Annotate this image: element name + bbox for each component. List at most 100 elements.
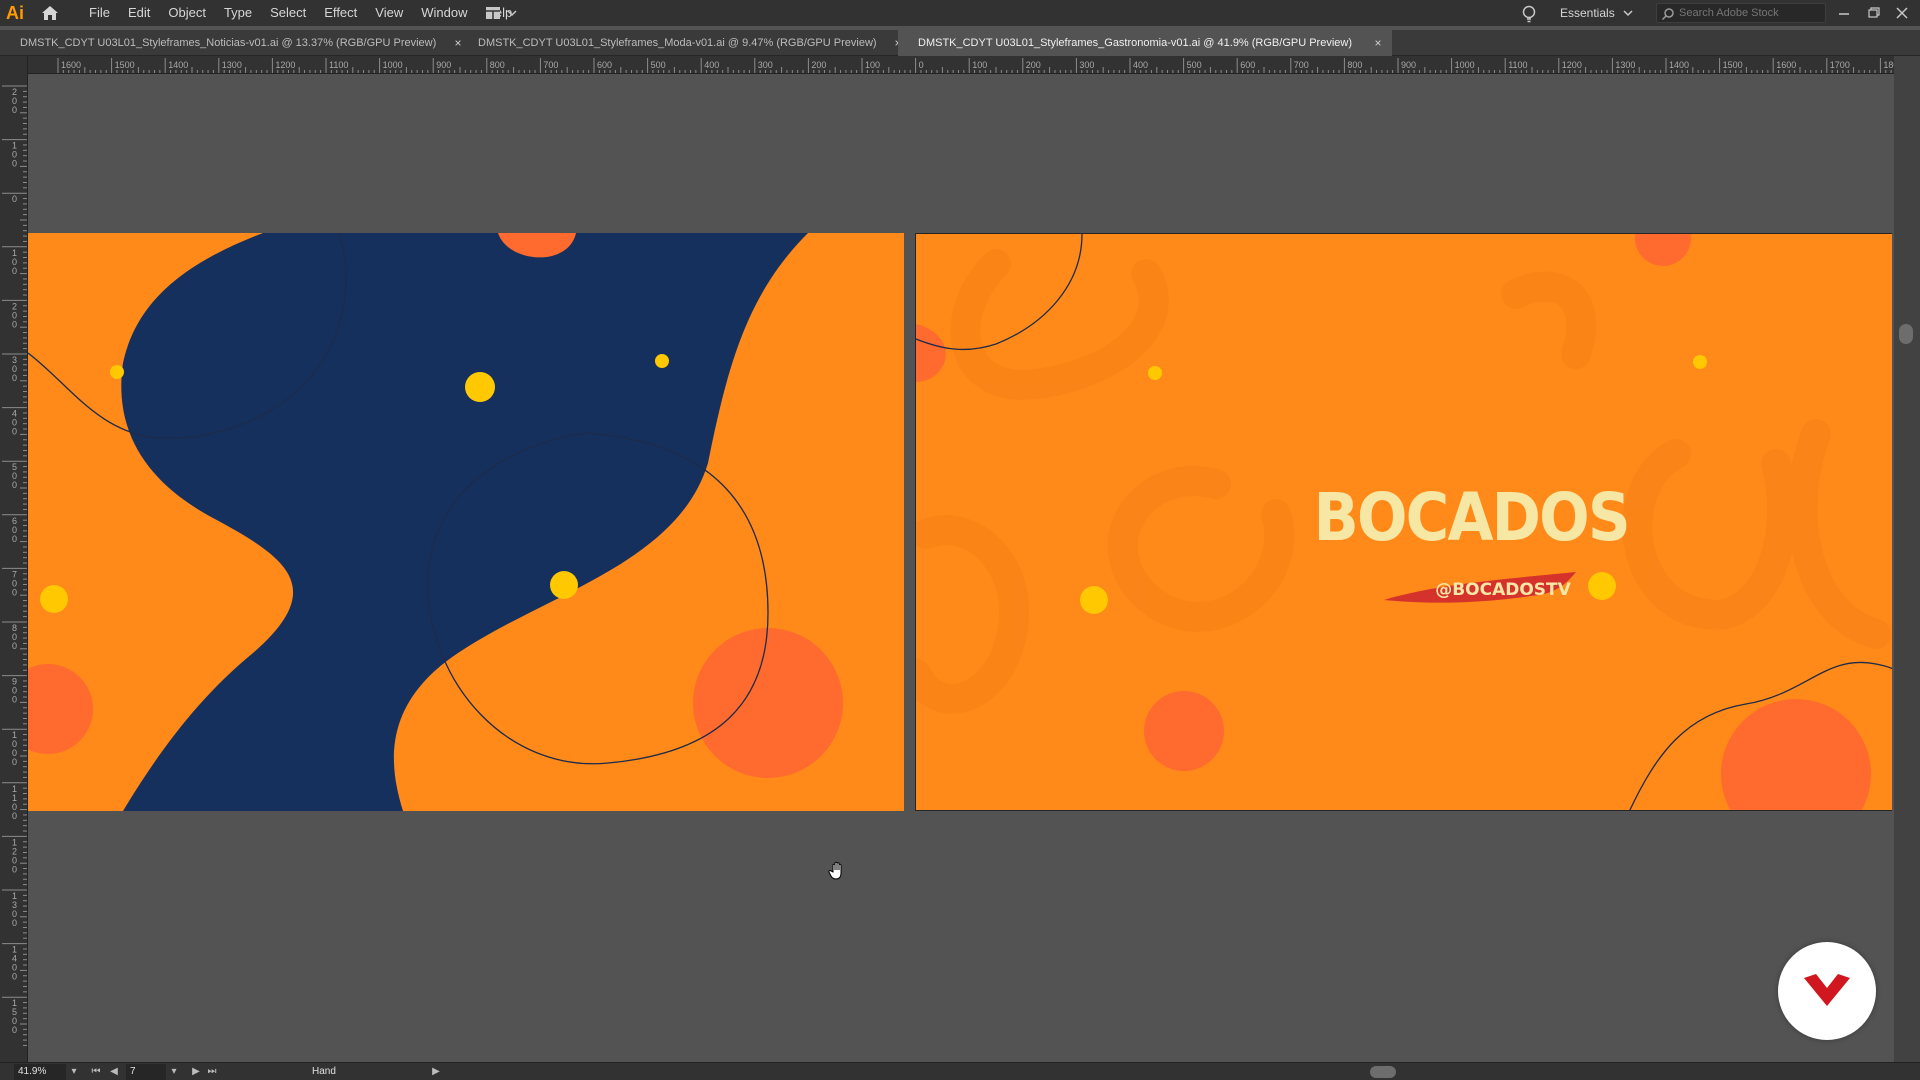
chevron-down-icon[interactable] <box>1622 8 1634 18</box>
ruler-label: 300 <box>758 60 773 70</box>
ruler-label: 1700 <box>1830 60 1850 70</box>
ruler-label: 1500 <box>115 60 135 70</box>
coral-circle-top <box>1635 234 1691 266</box>
first-artboard-icon[interactable]: ⏮ <box>90 1066 102 1078</box>
canvas[interactable]: BOCADOS @BOCADOSTV <box>28 74 1892 1062</box>
yellow-dot <box>1148 366 1162 380</box>
yellow-dot <box>1693 355 1707 369</box>
bg-lettering <box>1501 271 1597 369</box>
tab-noticias[interactable]: DMSTK_CDYT U03L01_Styleframes_Noticias-v… <box>0 30 470 56</box>
menu-effect[interactable]: Effect <box>315 0 366 26</box>
ruler-label: 900 <box>436 60 451 70</box>
zoom-level-field[interactable]: 41.9% <box>14 1064 66 1080</box>
vertical-ruler[interactable]: 2001000100200300400500600700800900100011… <box>0 56 28 1062</box>
prev-artboard-icon[interactable]: ◀ <box>108 1066 120 1078</box>
menu-select[interactable]: Select <box>261 0 315 26</box>
artboard-number-field[interactable]: 7 <box>126 1064 166 1080</box>
vertical-scrollbar[interactable] <box>1894 56 1920 1062</box>
ruler-label: 1000 <box>383 60 403 70</box>
horizontal-scrollbar[interactable] <box>450 1066 1880 1078</box>
ruler-label: 0 <box>12 319 17 329</box>
yellow-dot <box>40 585 68 613</box>
app-logo: Ai <box>6 3 24 23</box>
menu-view[interactable]: View <box>366 0 412 26</box>
tab-moda[interactable]: DMSTK_CDYT U03L01_Styleframes_Moda-v01.a… <box>458 30 908 56</box>
search-input[interactable] <box>1679 5 1823 21</box>
search-icon <box>1661 8 1674 21</box>
last-artboard-icon[interactable]: ⏭ <box>206 1066 218 1078</box>
bg-lettering <box>1107 466 1295 632</box>
ruler-label: 100 <box>865 60 880 70</box>
ruler-label: 0 <box>919 60 924 70</box>
yellow-dot <box>110 365 124 379</box>
ruler-ticks: 1600 1500 1400 1300 1200 1100 1000 900 800 700 600… <box>57 58 1894 73</box>
artboard-moda[interactable] <box>28 233 904 811</box>
close-icon[interactable] <box>1892 3 1912 23</box>
ruler-label: 0 <box>12 757 17 767</box>
ruler-label: 1300 <box>1615 60 1635 70</box>
coral-circle-right <box>693 628 843 778</box>
ruler-label: 0 <box>12 641 17 651</box>
ruler-label: 500 <box>651 60 666 70</box>
ruler-label: 800 <box>1347 60 1362 70</box>
zoom-dropdown-icon[interactable]: ▾ <box>68 1066 80 1078</box>
ruler-label: 700 <box>1294 60 1309 70</box>
ruler-label: 0 <box>12 695 17 705</box>
restore-icon[interactable] <box>1864 3 1884 23</box>
menu-type[interactable]: Type <box>215 0 261 26</box>
menu-window[interactable]: Window <box>412 0 476 26</box>
ruler-label: 1000 <box>1455 60 1475 70</box>
ruler-label: 1600 <box>1776 60 1796 70</box>
arrange-documents-icon[interactable] <box>482 4 522 22</box>
menu-file[interactable]: File <box>80 0 119 26</box>
artboard-dropdown-icon[interactable]: ▾ <box>168 1066 180 1078</box>
ruler-label: 1300 <box>222 60 242 70</box>
ruler-label: 200 <box>811 60 826 70</box>
tab-gastronomia[interactable]: DMSTK_CDYT U03L01_Styleframes_Gastronomi… <box>898 30 1392 56</box>
bg-lettering <box>916 515 1029 714</box>
ruler-label: 1600 <box>61 60 81 70</box>
domestika-badge <box>1778 942 1876 1040</box>
ruler-label: 0 <box>12 972 17 982</box>
scrollbar-thumb[interactable] <box>1370 1066 1396 1078</box>
coral-blob-left <box>916 324 946 382</box>
ruler-label: 500 <box>1187 60 1202 70</box>
ruler-label: 0 <box>12 587 17 597</box>
adobe-stock-search[interactable] <box>1656 3 1826 23</box>
ruler-label: 0 <box>12 105 17 115</box>
menu-edit[interactable]: Edit <box>119 0 159 26</box>
ruler-label: 1200 <box>1562 60 1582 70</box>
ruler-label: 0 <box>12 266 17 276</box>
ruler-label: 1500 <box>1723 60 1743 70</box>
yellow-dot <box>655 354 669 368</box>
status-menu-icon[interactable]: ▶ <box>430 1066 442 1078</box>
tab-label: DMSTK_CDYT U03L01_Styleframes_Noticias-v… <box>20 37 437 49</box>
yellow-dot <box>465 372 495 402</box>
tab-label: DMSTK_CDYT U03L01_Styleframes_Gastronomi… <box>918 37 1353 49</box>
ruler-label: 400 <box>704 60 719 70</box>
ruler-label: 0 <box>12 194 17 204</box>
document-tabs: DMSTK_CDYT U03L01_Styleframes_Noticias-v… <box>0 30 1920 56</box>
next-artboard-icon[interactable]: ▶ <box>190 1066 202 1078</box>
coral-circle-bottom <box>1144 691 1224 771</box>
ruler-label: 0 <box>12 373 17 383</box>
tab-close-icon[interactable]: × <box>1370 30 1386 56</box>
ruler-label: 600 <box>1240 60 1255 70</box>
lightbulb-icon[interactable] <box>1520 4 1538 24</box>
ruler-label: 1100 <box>1508 60 1527 70</box>
ruler-label: 400 <box>1133 60 1148 70</box>
home-icon[interactable] <box>40 4 60 22</box>
scrollbar-thumb[interactable] <box>1899 324 1913 344</box>
minimize-icon[interactable] <box>1834 3 1854 23</box>
bg-lettering <box>950 249 1169 400</box>
ruler-label: 1400 <box>168 60 188 70</box>
artboard-gastronomia[interactable]: BOCADOS @BOCADOSTV <box>915 233 1892 811</box>
ruler-label: 1100 <box>329 60 348 70</box>
main-menu: File Edit Object Type Select Effect View… <box>80 0 521 26</box>
ruler-label: 0 <box>12 811 17 821</box>
tab-label: DMSTK_CDYT U03L01_Styleframes_Moda-v01.a… <box>478 37 877 49</box>
ruler-label: 0 <box>12 427 17 437</box>
horizontal-ruler[interactable]: 1600 1500 1400 1300 1200 1100 1000 900 800 700 600… <box>10 56 1894 74</box>
menu-object[interactable]: Object <box>159 0 215 26</box>
ruler-label: 900 <box>1401 60 1416 70</box>
